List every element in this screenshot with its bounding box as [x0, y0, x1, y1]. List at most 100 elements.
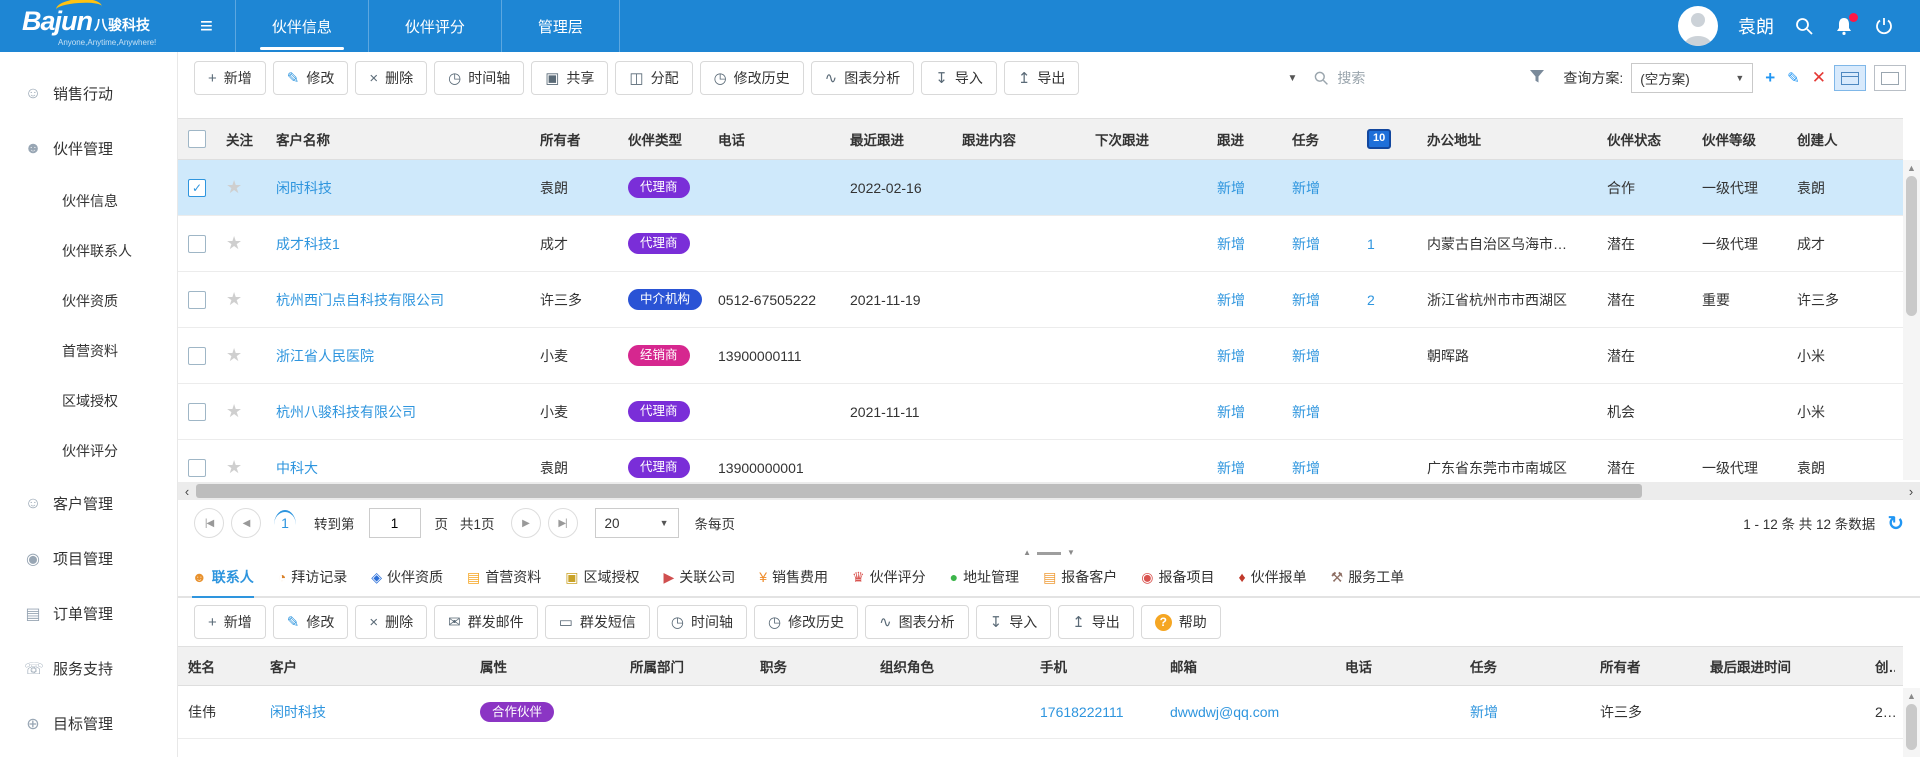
hscroll-thumb[interactable] [196, 484, 1642, 498]
follow-add-link[interactable]: 新增 [1217, 404, 1245, 420]
row-checkbox[interactable] [188, 403, 206, 421]
follow-add-link[interactable]: 新增 [1217, 180, 1245, 196]
table-row[interactable]: ★杭州西门点自科技有限公司许三多中介机构0512-675052222021-11… [178, 272, 1903, 328]
task-add-link[interactable]: 新增 [1292, 292, 1320, 308]
detail-tab[interactable]: ▶关联公司 [663, 567, 735, 596]
sidebar-item[interactable]: ☏服务支持 [0, 641, 177, 696]
toolbar-button[interactable]: ×删除 [355, 605, 427, 639]
sidebar-subitem[interactable]: 区域授权 [0, 376, 177, 426]
last-page-button[interactable]: ▶| [548, 508, 578, 538]
add-scheme-icon[interactable]: + [1765, 68, 1775, 88]
toolbar-button[interactable]: ✎修改 [273, 61, 349, 95]
row-checkbox[interactable] [188, 347, 206, 365]
toolbar-button[interactable]: ✉群发邮件 [434, 605, 538, 639]
toolbar-button[interactable]: ∿图表分析 [811, 61, 915, 95]
detail-tab[interactable]: ▤首营资料 [467, 567, 541, 596]
column-header[interactable]: 姓名 [178, 656, 260, 676]
detail-tab[interactable]: ▤报备客户 [1043, 567, 1117, 596]
detail-tab[interactable]: ⚒服务工单 [1331, 567, 1405, 596]
bell-icon[interactable] [1834, 16, 1854, 36]
column-header[interactable] [178, 130, 216, 148]
column-header[interactable]: 客户 [260, 656, 470, 676]
detail-tab[interactable]: ♦伙伴报单 [1239, 567, 1307, 596]
detail-tab[interactable]: ▣区域授权 [565, 567, 639, 596]
customer-link[interactable]: 闲时科技 [270, 704, 326, 720]
nav-tab[interactable]: 伙伴评分 [368, 0, 501, 52]
column-header[interactable]: 最近跟进 [840, 129, 952, 149]
table-row[interactable]: ★成才科技1成才代理商新增新增1内蒙古自治区乌海市…潜在一级代理成才 [178, 216, 1903, 272]
first-page-button[interactable]: |◀ [194, 508, 224, 538]
column-header[interactable]: 电话 [1335, 656, 1460, 676]
column-header[interactable]: 创建时间 [1865, 656, 1895, 676]
view-full-toggle[interactable] [1874, 65, 1906, 91]
delete-scheme-icon[interactable]: ✕ [1812, 68, 1826, 88]
sidebar-subitem[interactable]: 伙伴信息 [0, 176, 177, 226]
splitter-handle[interactable] [1037, 552, 1061, 555]
task-add-link[interactable]: 新增 [1292, 460, 1320, 476]
toolbar-button[interactable]: +新增 [194, 605, 266, 639]
detail-tab[interactable]: ◔拜访记录 [278, 567, 347, 596]
toolbar-button[interactable]: ◷时间轴 [434, 61, 524, 95]
sidebar-item[interactable]: ☺销售行动 [0, 66, 177, 121]
row-checkbox[interactable] [188, 459, 206, 477]
column-header[interactable]: 伙伴状态 [1597, 129, 1692, 149]
next-page-button[interactable]: ▶ [511, 508, 541, 538]
sidebar-item[interactable]: ☺客户管理 [0, 476, 177, 531]
column-header[interactable]: 伙伴等级 [1692, 129, 1787, 149]
search-input[interactable] [1335, 69, 1509, 87]
query-scheme-select[interactable]: (空方案) ▼ [1631, 63, 1753, 93]
follow-add-link[interactable]: 新增 [1217, 348, 1245, 364]
partner-name-link[interactable]: 浙江省人民医院 [276, 348, 374, 364]
refresh-icon[interactable]: ↻ [1887, 511, 1904, 536]
star-icon[interactable]: ★ [226, 345, 242, 365]
toolbar-button[interactable]: ↥导出 [1058, 605, 1134, 639]
column-header[interactable]: 组织角色 [870, 656, 1030, 676]
detail-tab[interactable]: ¥销售费用 [759, 567, 828, 596]
column-header[interactable]: 创建人 [1787, 129, 1895, 149]
partner-name-link[interactable]: 中科大 [276, 460, 318, 476]
splitter-down-icon[interactable]: ▼ [1067, 549, 1075, 557]
brand-logo[interactable]: Bajun 八骏科技 Anyone,Anytime,Anywhere! [0, 0, 178, 52]
column-header[interactable]: 跟进 [1207, 129, 1282, 149]
toolbar-button[interactable]: ?帮助 [1141, 605, 1221, 639]
email-link[interactable]: dwwdwj@qq.com [1170, 704, 1279, 720]
star-icon[interactable]: ★ [226, 289, 242, 309]
avatar[interactable] [1678, 6, 1718, 46]
column-header[interactable]: 伙伴类型 [618, 129, 708, 149]
sidebar-subitem[interactable]: 首营资料 [0, 326, 177, 376]
follow-add-link[interactable]: 新增 [1217, 236, 1245, 252]
scroll-up-icon[interactable]: ▲ [1907, 160, 1916, 176]
user-name[interactable]: 袁朗 [1738, 13, 1774, 39]
column-header[interactable]: 所属部门 [620, 656, 750, 676]
page-size-select[interactable]: 20 ▼ [595, 508, 679, 538]
mobile-link[interactable]: 17618222111 [1040, 704, 1124, 720]
star-icon[interactable]: ★ [226, 233, 242, 253]
toolbar-button[interactable]: ∿图表分析 [865, 605, 969, 639]
detail-tab[interactable]: ●地址管理 [950, 567, 1019, 596]
count-link[interactable]: 2 [1367, 292, 1375, 308]
star-icon[interactable]: ★ [226, 401, 242, 421]
toolbar-button[interactable]: ◷修改历史 [700, 61, 804, 95]
task-add-link[interactable]: 新增 [1292, 404, 1320, 420]
task-add-link[interactable]: 新增 [1292, 348, 1320, 364]
column-header[interactable]: 10 [1357, 129, 1417, 148]
prev-page-button[interactable]: ◀ [231, 508, 261, 538]
panel-splitter[interactable]: ▲ ▼ [178, 546, 1920, 560]
column-header[interactable]: 下次跟进 [1085, 129, 1207, 149]
select-all-checkbox[interactable] [188, 130, 206, 148]
detail-tab[interactable]: ♛伙伴评分 [852, 567, 926, 596]
partner-name-link[interactable]: 成才科技1 [276, 236, 340, 252]
sidebar-subitem[interactable]: 伙伴联系人 [0, 226, 177, 276]
column-header[interactable]: 所有者 [530, 129, 618, 149]
toolbar-button[interactable]: +新增 [194, 61, 266, 95]
view-split-toggle[interactable] [1834, 65, 1866, 91]
column-header[interactable]: 办公地址 [1417, 129, 1597, 149]
page-input[interactable] [369, 508, 421, 538]
task-add-link[interactable]: 新增 [1292, 236, 1320, 252]
follow-add-link[interactable]: 新增 [1217, 292, 1245, 308]
filter-funnel-icon[interactable] [1529, 69, 1545, 87]
partner-name-link[interactable]: 杭州西门点自科技有限公司 [276, 292, 444, 308]
toolbar-button[interactable]: ↥导出 [1004, 61, 1080, 95]
column-header[interactable]: 任务 [1282, 129, 1357, 149]
column-header[interactable]: 属性 [470, 656, 620, 676]
